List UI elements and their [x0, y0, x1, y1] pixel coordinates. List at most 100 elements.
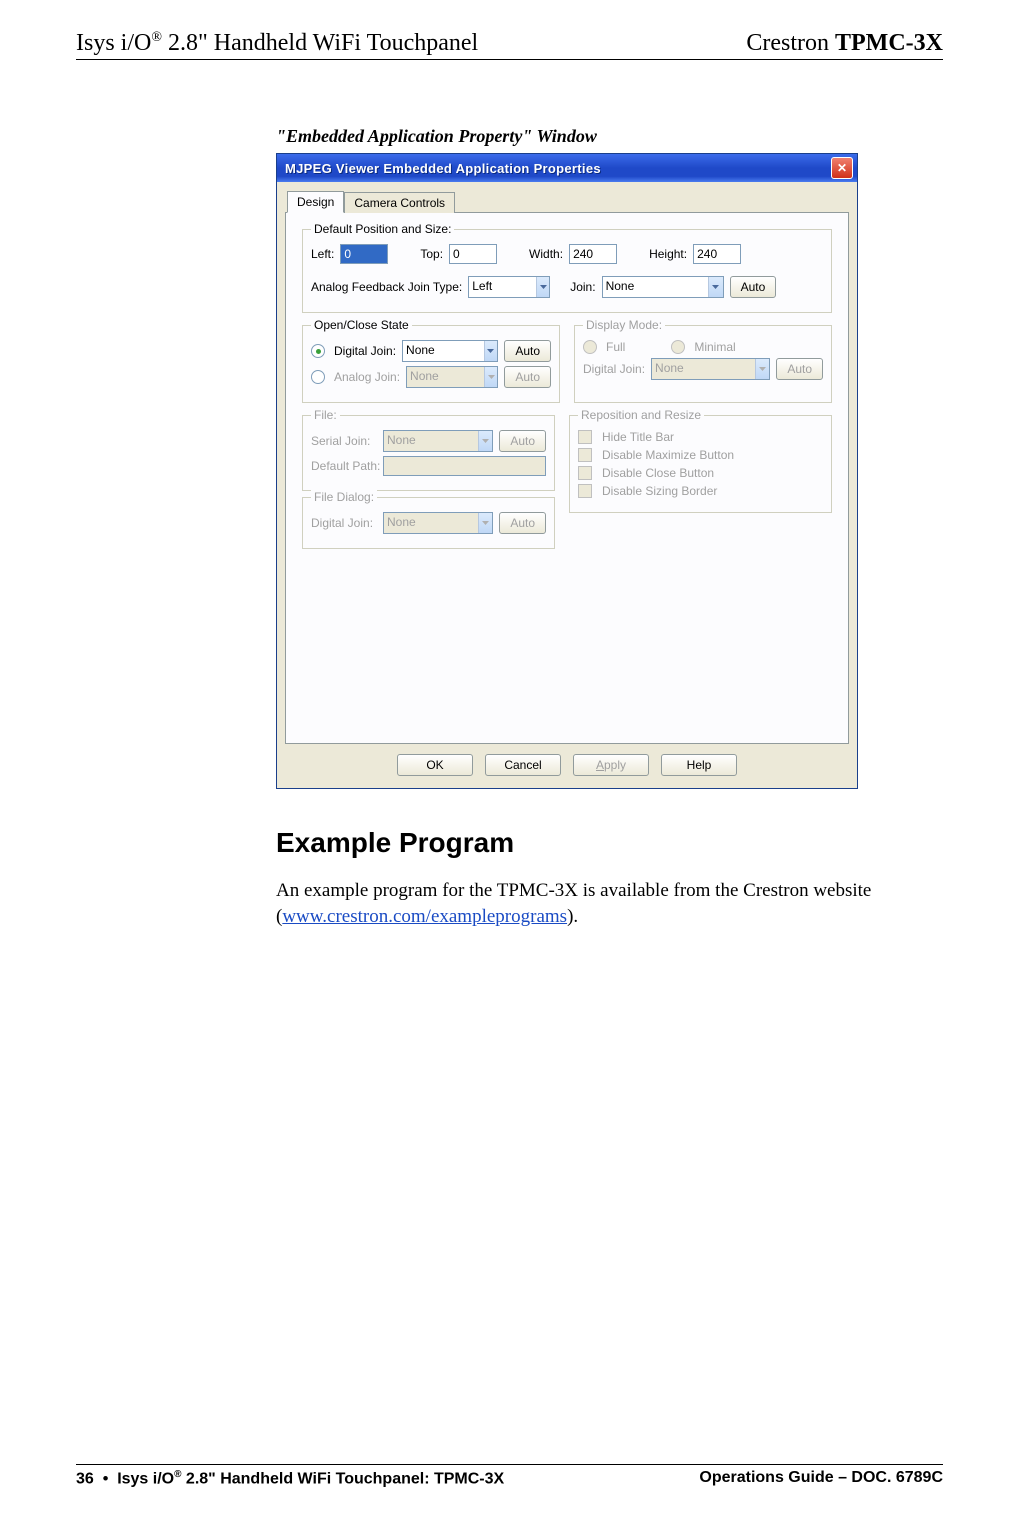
titlebar[interactable]: MJPEG Viewer Embedded Application Proper… — [277, 154, 857, 182]
serial-join-value — [384, 431, 478, 449]
chevron-down-icon — [478, 513, 492, 533]
group-title: File: — [311, 408, 340, 422]
full-radio — [583, 340, 597, 354]
auto-button[interactable]: Auto — [730, 276, 777, 298]
page-number: 36 — [76, 1470, 94, 1487]
disable-sizing-label: Disable Sizing Border — [602, 484, 717, 498]
disable-close-label: Disable Close Button — [602, 466, 714, 480]
join-label: Join: — [570, 280, 595, 294]
group-file-dialog: File Dialog: Digital Join: Auto — [302, 497, 555, 549]
digital-join-label: Digital Join: — [583, 362, 645, 376]
footer-left: 36 • Isys i/O® 2.8" Handheld WiFi Touchp… — [76, 1469, 504, 1488]
registered-mark: ® — [151, 30, 162, 45]
chevron-down-icon[interactable] — [536, 277, 549, 297]
example-programs-link[interactable]: www.crestron.com/exampleprograms — [282, 906, 567, 927]
tab-bar: Design Camera Controls — [287, 190, 849, 213]
chevron-down-icon[interactable] — [484, 341, 498, 361]
group-title: Display Mode: — [583, 318, 665, 332]
auto-button: Auto — [776, 358, 823, 380]
group-title: Open/Close State — [311, 318, 412, 332]
header-right: Crestron TPMC-3X — [746, 30, 943, 57]
group-reposition-resize: Reposition and Resize Hide Title Bar Dis… — [569, 415, 832, 513]
page-footer: 36 • Isys i/O® 2.8" Handheld WiFi Touchp… — [76, 1464, 943, 1488]
digital-join-value — [384, 513, 478, 531]
group-title: Default Position and Size: — [311, 222, 454, 236]
dialog-window: MJPEG Viewer Embedded Application Proper… — [276, 153, 858, 789]
join-combo[interactable] — [602, 276, 724, 298]
left-label: Left: — [311, 247, 334, 261]
width-input[interactable] — [569, 244, 617, 264]
analog-join-label: Analog Join: — [334, 370, 400, 384]
digital-join-label: Digital Join: — [311, 516, 377, 530]
header-left: Isys i/O® 2.8" Handheld WiFi Touchpanel — [76, 30, 478, 57]
analog-join-value — [407, 367, 484, 385]
analog-feedback-label: Analog Feedback Join Type: — [311, 280, 462, 294]
group-title: Reposition and Resize — [578, 408, 704, 422]
disable-close-checkbox — [578, 466, 592, 480]
footer-left-prefix: Isys i/O — [117, 1470, 174, 1487]
hide-titlebar-label: Hide Title Bar — [602, 430, 674, 444]
header-left-suffix: 2.8" Handheld WiFi Touchpanel — [162, 30, 478, 56]
auto-button: Auto — [504, 366, 551, 388]
group-title: File Dialog: — [311, 490, 377, 504]
titlebar-text: MJPEG Viewer Embedded Application Proper… — [281, 161, 601, 176]
ok-button[interactable]: OK — [397, 754, 473, 776]
serial-join-combo — [383, 430, 493, 452]
height-input[interactable] — [693, 244, 741, 264]
auto-button: Auto — [499, 430, 546, 452]
header-left-prefix: Isys i/O — [76, 30, 151, 56]
dialog-button-row: OK Cancel Apply Help — [285, 754, 849, 776]
digital-join-value — [652, 359, 755, 377]
digital-join-radio[interactable] — [311, 344, 325, 358]
analog-feedback-combo[interactable] — [468, 276, 550, 298]
group-file: File: Serial Join: Auto — [302, 415, 555, 491]
top-input[interactable] — [449, 244, 497, 264]
disable-maximize-checkbox — [578, 448, 592, 462]
apply-button: Apply — [573, 754, 649, 776]
bullet: • — [103, 1470, 109, 1487]
full-label: Full — [606, 340, 625, 354]
section-heading: Example Program — [276, 827, 943, 859]
analog-join-combo — [406, 366, 498, 388]
tab-camera-controls[interactable]: Camera Controls — [344, 192, 455, 213]
figure-caption: "Embedded Application Property" Window — [276, 126, 943, 147]
cancel-button[interactable]: Cancel — [485, 754, 561, 776]
default-path-input — [383, 456, 546, 476]
page-header: Isys i/O® 2.8" Handheld WiFi Touchpanel … — [76, 30, 943, 60]
disable-sizing-checkbox — [578, 484, 592, 498]
minimal-radio — [671, 340, 685, 354]
digital-join-combo — [651, 358, 770, 380]
analog-join-radio[interactable] — [311, 370, 325, 384]
digital-join-value[interactable] — [403, 341, 484, 359]
chevron-down-icon — [755, 359, 769, 379]
hide-titlebar-checkbox — [578, 430, 592, 444]
disable-maximize-label: Disable Maximize Button — [602, 448, 734, 462]
tab-panel-design: Default Position and Size: Left: Top: Wi… — [285, 212, 849, 744]
tab-design[interactable]: Design — [287, 191, 344, 213]
help-button[interactable]: Help — [661, 754, 737, 776]
close-icon[interactable]: ✕ — [831, 157, 853, 179]
minimal-label: Minimal — [694, 340, 735, 354]
group-default-position: Default Position and Size: Left: Top: Wi… — [302, 229, 832, 313]
auto-button[interactable]: Auto — [504, 340, 551, 362]
header-right-model: TPMC-3X — [835, 30, 943, 56]
digital-join-label: Digital Join: — [334, 344, 396, 358]
footer-right: Operations Guide – DOC. 6789C — [699, 1469, 943, 1488]
default-path-label: Default Path: — [311, 459, 377, 473]
chevron-down-icon[interactable] — [708, 277, 722, 297]
auto-button: Auto — [499, 512, 546, 534]
height-label: Height: — [649, 247, 687, 261]
left-input[interactable] — [340, 244, 388, 264]
chevron-down-icon — [478, 431, 492, 451]
serial-join-label: Serial Join: — [311, 434, 377, 448]
digital-join-combo[interactable] — [402, 340, 498, 362]
header-right-prefix: Crestron — [746, 30, 835, 56]
apply-button-rest: pply — [604, 758, 626, 772]
chevron-down-icon — [484, 367, 498, 387]
group-display-mode: Display Mode: Full Minimal Digital Join: — [574, 325, 832, 403]
join-value[interactable] — [603, 277, 709, 295]
width-label: Width: — [529, 247, 563, 261]
body-text-post: ). — [567, 906, 578, 927]
group-open-close: Open/Close State Digital Join: Auto — [302, 325, 560, 403]
analog-feedback-value[interactable] — [469, 277, 536, 295]
